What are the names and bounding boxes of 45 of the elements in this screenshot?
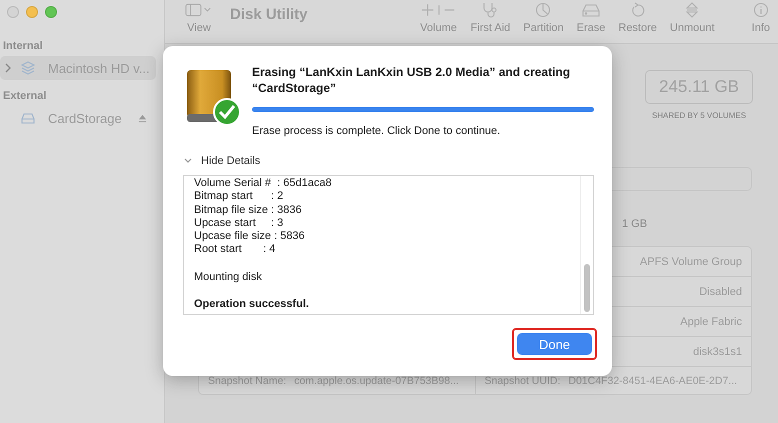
- log-line: Root start : 4: [194, 243, 276, 257]
- sidebar-item-label: CardStorage: [48, 110, 122, 126]
- drive-icon: [581, 2, 601, 18]
- window-control-icon[interactable]: [26, 6, 38, 18]
- pie-chart-icon: [535, 2, 552, 18]
- eject-icon[interactable]: [138, 114, 147, 122]
- rotate-arrow-icon: [630, 2, 646, 18]
- first-aid-button[interactable]: First Aid: [470, 2, 510, 34]
- dialog-title: Erasing “LanKxin LanKxin USB 2.0 Media” and creating “CardStorage”: [252, 64, 572, 96]
- disclosure-chevron-icon[interactable]: [4, 63, 12, 73]
- info-icon: [752, 2, 769, 18]
- details-toggle[interactable]: Hide Details: [183, 155, 260, 167]
- window-title: Disk Utility: [230, 6, 308, 23]
- done-button[interactable]: Done: [517, 333, 592, 355]
- log-line: Mounting disk: [194, 270, 263, 284]
- snapshot-value: com.apple.os.update-07B753B98...: [294, 374, 459, 386]
- log-line: Volume Serial # : 65d1aca8: [194, 177, 333, 190]
- log-line: Upcase file size : 5836: [194, 230, 306, 244]
- log-line: Operation successful.: [194, 298, 310, 312]
- volume-button[interactable]: Volume: [420, 2, 458, 34]
- sidebar-item[interactable]: CardStorage: [0, 106, 156, 130]
- window-control-icon[interactable]: [45, 6, 57, 18]
- log-line: Bitmap file size : 3836: [194, 204, 303, 217]
- status-message: Erase process is complete. Click Done to continue.: [252, 125, 502, 137]
- sidebar-toggle-icon: [185, 2, 213, 18]
- info-value: disk3s1s1: [693, 346, 742, 358]
- sidebar-heading: Internal: [2, 39, 44, 54]
- sidebar-heading: External: [2, 89, 48, 104]
- unmount-button[interactable]: Unmount: [670, 2, 715, 34]
- used-size: 1 GB: [622, 218, 648, 230]
- info-value: APFS Volume Group: [640, 256, 742, 268]
- log-line: Upcase start : 3: [194, 216, 284, 230]
- layers-icon: [20, 60, 36, 76]
- capacity-caption: SHARED BY 5 VOLUMES: [652, 111, 746, 120]
- erase-button[interactable]: Erase: [576, 2, 606, 34]
- info-button[interactable]: Info: [752, 2, 770, 34]
- info-value: Disabled: [699, 286, 742, 298]
- snapshot-value: D01C4F32-8451-4EA6-AE0E-2D7...: [568, 374, 738, 386]
- restore-button[interactable]: Restore: [618, 2, 657, 34]
- log-line: Bitmap start : 2: [194, 190, 284, 204]
- window-control-icon[interactable]: [7, 6, 19, 18]
- info-value: Apple Fabric: [680, 316, 742, 328]
- partition-button[interactable]: Partition: [523, 2, 564, 34]
- scrollbar-thumb[interactable]: [584, 264, 590, 312]
- view-button[interactable]: View: [185, 2, 213, 34]
